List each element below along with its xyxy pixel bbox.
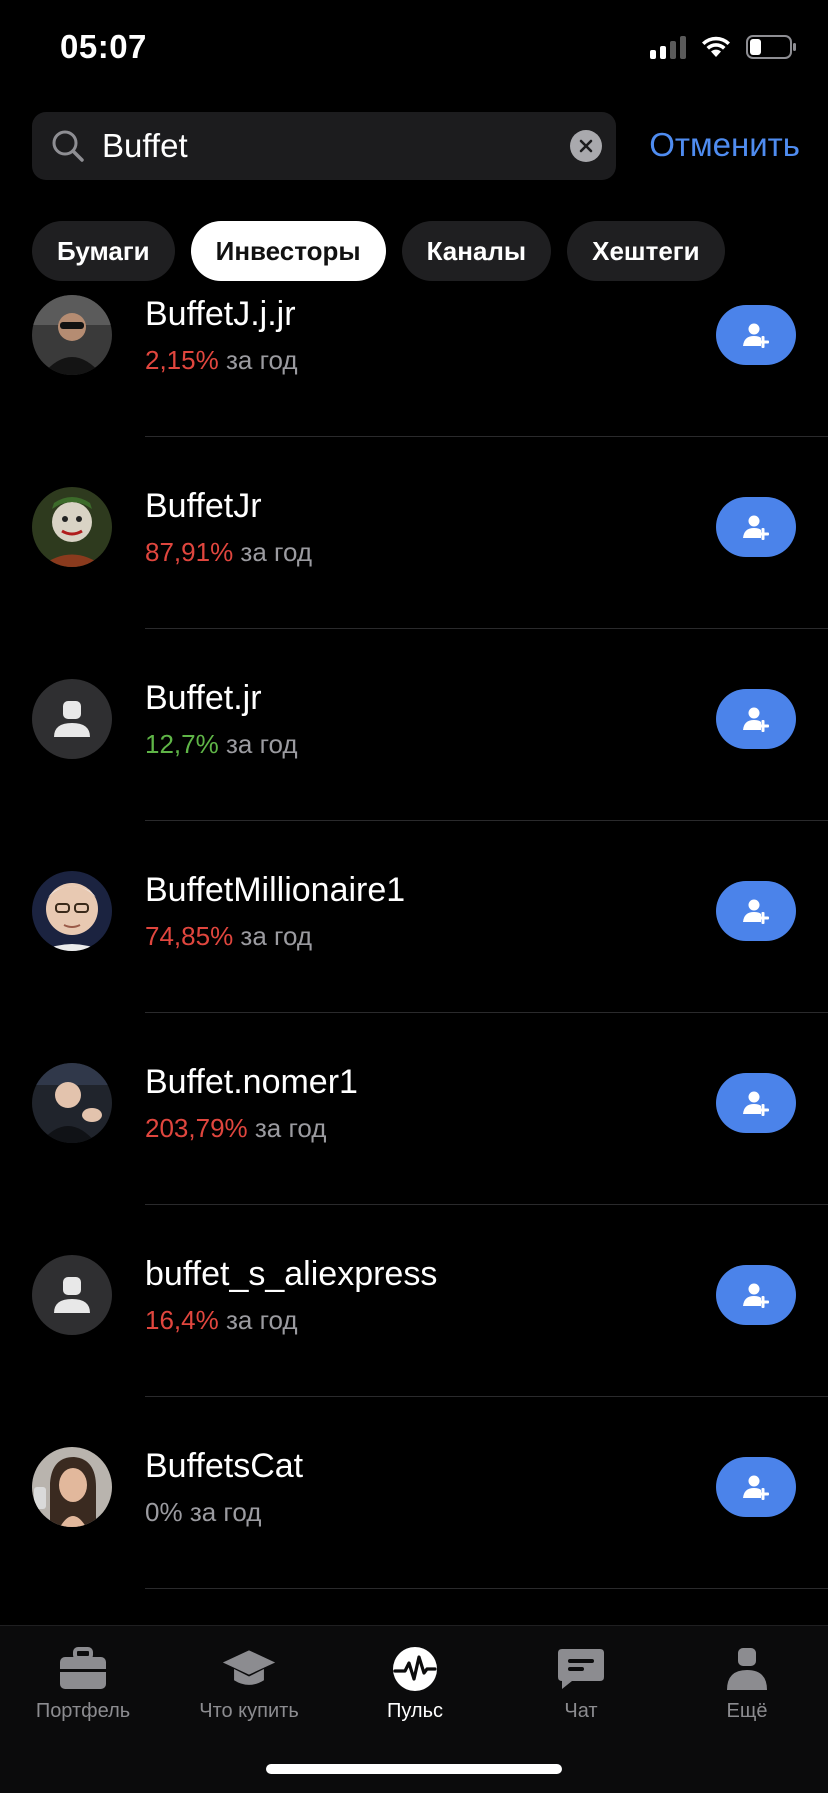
investor-return: 0% за год bbox=[145, 1497, 261, 1528]
investor-name: BuffetMillionaire1 bbox=[145, 871, 406, 909]
filter-chips: Бумаги Инвесторы Каналы Хештеги bbox=[32, 221, 725, 281]
tab-label: Пульс bbox=[386, 1700, 444, 1722]
chat-icon bbox=[558, 1649, 604, 1689]
follow-button[interactable] bbox=[716, 689, 796, 749]
tab-label: Что купить bbox=[199, 1700, 299, 1722]
status-bar: 05:07 bbox=[0, 0, 828, 100]
tab-more[interactable]: Ещё bbox=[664, 1644, 828, 1723]
list-item[interactable]: Buffet.jr 12,7% за год bbox=[0, 629, 828, 821]
investor-list[interactable]: BuffetJ.j.jr 2,15% за год BuffetJr 87,91… bbox=[0, 290, 828, 1625]
add-user-icon bbox=[743, 1283, 769, 1308]
investor-return: 16,4% за год bbox=[145, 1305, 298, 1336]
investor-return: 87,91% за год bbox=[145, 537, 312, 568]
list-item[interactable]: BuffetJ.j.jr 2,15% за год bbox=[0, 290, 828, 437]
close-icon bbox=[579, 139, 593, 153]
investor-return: 74,85% за год bbox=[145, 921, 312, 952]
return-percent: 87,91% bbox=[145, 537, 234, 567]
status-time: 05:07 bbox=[60, 28, 147, 65]
clear-search-button[interactable] bbox=[570, 130, 602, 162]
search-icon bbox=[52, 130, 84, 162]
follow-button[interactable] bbox=[716, 497, 796, 557]
avatar bbox=[32, 487, 112, 567]
return-percent: 74,85% bbox=[145, 921, 234, 951]
return-period: за год bbox=[225, 345, 298, 375]
investor-return: 12,7% за год bbox=[145, 729, 298, 760]
follow-button[interactable] bbox=[716, 305, 796, 365]
investor-name: BuffetsCat bbox=[145, 1447, 304, 1485]
search-input[interactable] bbox=[102, 112, 522, 180]
add-user-icon bbox=[743, 1091, 769, 1116]
tab-portfolio[interactable]: Портфель bbox=[0, 1644, 166, 1723]
investor-name: BuffetJr bbox=[145, 487, 262, 525]
list-item[interactable]: BuffetJr 87,91% за год bbox=[0, 437, 828, 629]
filter-chip-securities[interactable]: Бумаги bbox=[32, 221, 175, 281]
return-percent: 203,79% bbox=[145, 1113, 248, 1143]
tab-chat[interactable]: Чат bbox=[498, 1644, 664, 1723]
default-user-icon bbox=[32, 1255, 112, 1335]
investor-name: buffet_s_aliexpress bbox=[145, 1255, 438, 1293]
investor-return: 203,79% за год bbox=[145, 1113, 326, 1144]
return-period: за год bbox=[225, 1305, 298, 1335]
wifi-icon bbox=[702, 36, 730, 57]
pulse-icon bbox=[393, 1647, 437, 1691]
home-indicator[interactable] bbox=[266, 1764, 562, 1774]
return-period: за год bbox=[225, 729, 298, 759]
add-user-icon bbox=[743, 899, 769, 924]
return-period: за год bbox=[254, 1113, 327, 1143]
return-percent: 12,7% bbox=[145, 729, 219, 759]
investor-name: BuffetJ.j.jr bbox=[145, 295, 296, 333]
avatar bbox=[32, 871, 112, 951]
follow-button[interactable] bbox=[716, 881, 796, 941]
follow-button[interactable] bbox=[716, 1073, 796, 1133]
more-user-icon bbox=[727, 1648, 767, 1690]
briefcase-icon bbox=[60, 1647, 106, 1689]
cellular-signal-icon bbox=[650, 35, 686, 59]
add-user-icon bbox=[743, 515, 769, 540]
search-box[interactable] bbox=[32, 112, 616, 180]
return-percent: 2,15% bbox=[145, 345, 219, 375]
add-user-icon bbox=[743, 707, 769, 732]
follow-button[interactable] bbox=[716, 1457, 796, 1517]
graduation-cap-icon bbox=[222, 1650, 276, 1685]
tab-pulse[interactable]: Пульс bbox=[332, 1644, 498, 1723]
investor-return: 2,15% за год bbox=[145, 345, 298, 376]
cancel-button[interactable]: Отменить bbox=[649, 126, 800, 164]
investor-name: Buffet.jr bbox=[145, 679, 262, 717]
return-percent: 16,4% bbox=[145, 1305, 219, 1335]
list-item[interactable]: BuffetsCat 0% за год bbox=[0, 1397, 828, 1589]
add-user-icon bbox=[743, 323, 769, 348]
add-user-icon bbox=[743, 1475, 769, 1500]
avatar bbox=[32, 1063, 112, 1143]
tab-label: Чат bbox=[564, 1700, 598, 1722]
battery-icon bbox=[746, 35, 796, 59]
default-user-icon bbox=[32, 679, 112, 759]
return-percent: 0% bbox=[145, 1497, 183, 1527]
return-period: за год bbox=[240, 537, 312, 567]
divider bbox=[145, 1588, 828, 1589]
tab-what-to-buy[interactable]: Что купить bbox=[166, 1644, 332, 1723]
list-item[interactable]: buffet_s_aliexpress 16,4% за год bbox=[0, 1205, 828, 1397]
investor-name: Buffet.nomer1 bbox=[145, 1063, 358, 1101]
avatar bbox=[32, 1447, 112, 1527]
avatar bbox=[32, 295, 112, 375]
return-period: за год bbox=[189, 1497, 262, 1527]
list-item[interactable]: Buffet.nomer1 203,79% за год bbox=[0, 1013, 828, 1205]
filter-chip-channels[interactable]: Каналы bbox=[401, 221, 552, 281]
filter-chip-hashtags[interactable]: Хештеги bbox=[567, 221, 725, 281]
tab-label: Ещё bbox=[726, 1700, 768, 1722]
status-icons bbox=[650, 34, 798, 60]
follow-button[interactable] bbox=[716, 1265, 796, 1325]
tab-label: Портфель bbox=[35, 1700, 131, 1722]
list-item[interactable]: BuffetMillionaire1 74,85% за год bbox=[0, 821, 828, 1013]
filter-chip-investors[interactable]: Инвесторы bbox=[190, 221, 386, 281]
return-period: за год bbox=[240, 921, 312, 951]
search-row: Отменить bbox=[32, 112, 800, 180]
